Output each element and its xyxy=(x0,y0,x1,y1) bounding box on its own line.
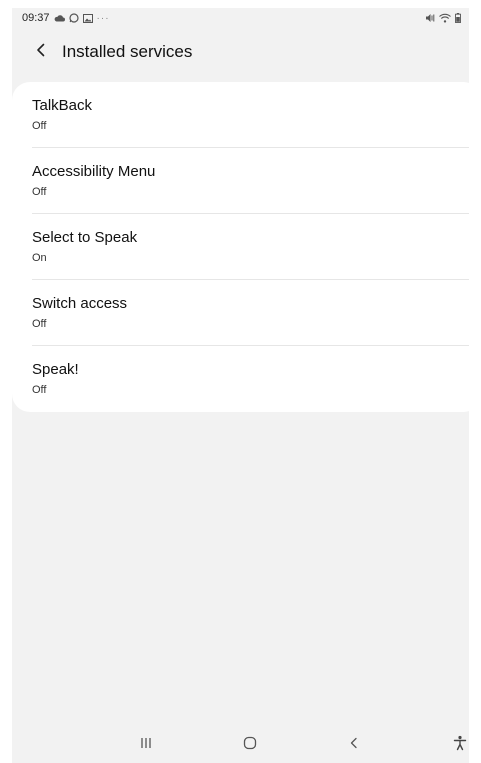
back-icon xyxy=(349,736,359,754)
header: Installed services xyxy=(12,32,469,72)
status-right xyxy=(425,13,461,23)
service-name: TalkBack xyxy=(32,97,93,114)
status-bar: 09:37 ··· xyxy=(12,8,469,28)
navigation-bar xyxy=(12,727,469,763)
mute-icon xyxy=(425,13,435,23)
battery-icon xyxy=(455,13,461,23)
recents-icon xyxy=(139,736,153,754)
home-button[interactable] xyxy=(230,727,270,763)
service-status: Off xyxy=(32,120,47,132)
status-overflow: ··· xyxy=(96,12,110,24)
cloud-icon xyxy=(54,14,65,22)
page-title: Installed services xyxy=(62,42,193,61)
service-status: Off xyxy=(32,186,47,198)
service-status: Off xyxy=(32,384,47,396)
whatsapp-icon xyxy=(68,13,79,23)
nav-back-button[interactable] xyxy=(334,727,374,763)
service-item-select-to-speak[interactable]: Select to Speak On xyxy=(32,214,469,280)
services-list: TalkBack Off Accessibility Menu Off Sele… xyxy=(12,82,469,412)
accessibility-icon xyxy=(453,735,467,756)
back-button[interactable] xyxy=(26,32,56,72)
service-status: Off xyxy=(32,318,47,330)
service-name: Switch access xyxy=(32,295,128,312)
service-item-speak[interactable]: Speak! Off xyxy=(32,346,469,412)
service-item-switch-access[interactable]: Switch access Off xyxy=(32,280,469,346)
status-left: 09:37 ··· xyxy=(22,12,110,24)
service-name: Speak! xyxy=(32,361,79,378)
status-time: 09:37 xyxy=(22,12,50,24)
home-icon xyxy=(243,736,257,755)
chevron-left-icon xyxy=(35,42,47,63)
recents-button[interactable] xyxy=(126,727,166,763)
service-name: Select to Speak xyxy=(32,229,138,246)
service-name: Accessibility Menu xyxy=(32,163,156,180)
accessibility-button[interactable] xyxy=(440,727,469,763)
screen: 09:37 ··· Installed services TalkBack Of… xyxy=(12,8,469,763)
gallery-icon xyxy=(82,13,93,23)
service-item-talkback[interactable]: TalkBack Off xyxy=(32,82,469,148)
wifi-icon xyxy=(439,13,451,23)
service-status: On xyxy=(32,252,47,264)
service-item-accessibility-menu[interactable]: Accessibility Menu Off xyxy=(32,148,469,214)
